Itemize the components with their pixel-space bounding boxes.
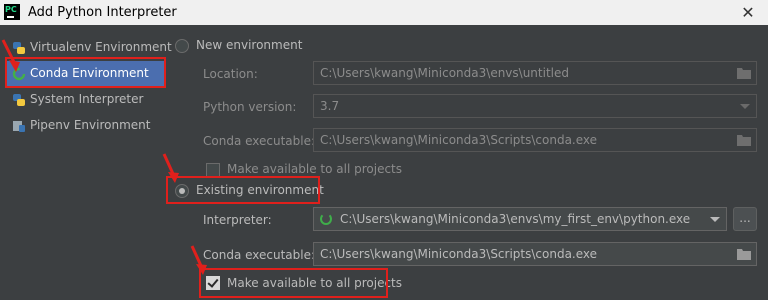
location-label: Location: [203,67,258,81]
new-env-make-available-label: Make available to all projects [227,162,403,176]
browse-interpreter-button[interactable]: ... [733,207,757,231]
existing-conda-executable-value: C:\Users\kwang\Miniconda3\Scripts\conda.… [320,247,598,261]
sidebar-item-virtualenv[interactable]: Virtualenv Environment [6,35,172,61]
python-version-select[interactable]: 3.7 [313,94,757,118]
app-icon-text: PC [5,5,17,14]
location-field[interactable]: C:\Users\kwang\Miniconda3\envs\untitled [313,61,757,85]
python-version-label: Python version: [203,100,297,114]
chevron-down-icon [710,217,720,222]
conda-icon [12,67,26,81]
sidebar-item-label: System Interpreter [30,92,144,106]
new-environment-label: New environment [196,38,303,52]
existing-environment-label: Existing environment [196,183,324,197]
close-button[interactable]: ✕ [728,0,768,25]
conda-executable-label: Conda executable: [203,134,316,148]
conda-executable-field[interactable]: C:\Users\kwang\Miniconda3\Scripts\conda.… [313,128,757,152]
sidebar-item-label: Conda Environment [30,66,149,80]
checkmark-icon [207,276,219,288]
title-bar: PC Add Python Interpreter ✕ [0,0,768,25]
existing-conda-executable-field[interactable]: C:\Users\kwang\Miniconda3\Scripts\conda.… [313,242,757,266]
python-icon [13,94,25,106]
interpreter-label: Interpreter: [203,213,272,227]
sidebar-item-conda[interactable]: Conda Environment [6,61,166,87]
sidebar-item-label: Virtualenv Environment [30,40,172,54]
interpreter-type-sidebar: Virtualenv Environment Conda Environment… [0,25,172,300]
interpreter-select[interactable]: C:\Users\kwang\Miniconda3\envs\my_first_… [313,207,727,231]
existing-env-make-available-checkbox[interactable] [206,276,220,290]
close-icon: ✕ [741,3,755,22]
sidebar-item-label: Pipenv Environment [30,118,151,132]
folder-icon[interactable] [737,67,751,79]
python-icon [13,42,25,54]
conda-icon [320,213,332,225]
pycharm-app-icon: PC [4,4,20,20]
interpreter-value: C:\Users\kwang\Miniconda3\envs\my_first_… [340,212,691,226]
existing-env-make-available-label: Make available to all projects [227,276,403,290]
existing-environment-radio[interactable] [175,184,189,198]
existing-conda-executable-label: Conda executable: [203,248,316,262]
chevron-down-icon [740,104,750,109]
conda-executable-value: C:\Users\kwang\Miniconda3\Scripts\conda.… [320,133,598,147]
pipenv-icon [13,121,25,132]
window-title: Add Python Interpreter [28,5,177,20]
sidebar-item-pipenv[interactable]: Pipenv Environment [6,113,166,139]
folder-icon[interactable] [737,134,751,146]
new-environment-radio[interactable] [175,39,189,53]
sidebar-item-system[interactable]: System Interpreter [6,87,166,113]
location-value: C:\Users\kwang\Miniconda3\envs\untitled [320,66,569,80]
folder-icon[interactable] [737,248,751,260]
python-version-value: 3.7 [320,99,340,113]
new-env-make-available-checkbox[interactable] [206,163,220,177]
